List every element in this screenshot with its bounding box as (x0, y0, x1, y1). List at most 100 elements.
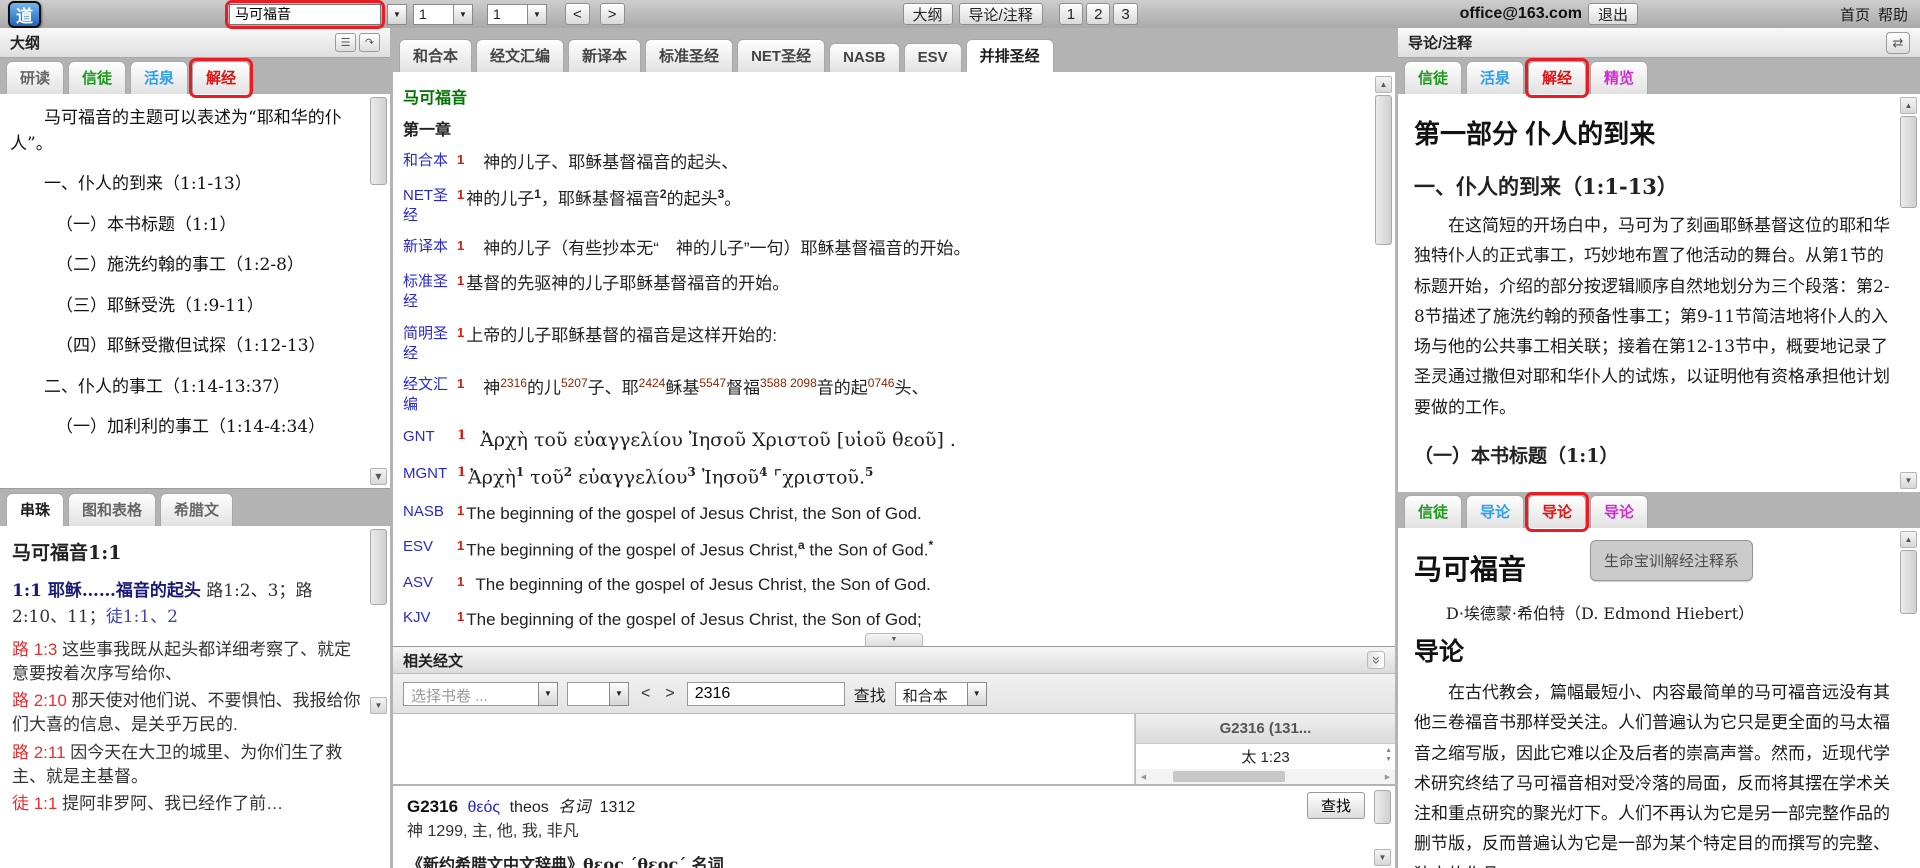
crossref-scroll-down-icon[interactable]: ▼ (370, 697, 387, 714)
version-link-gnt[interactable]: GNT (393, 427, 457, 454)
commentary-scroll-down-icon[interactable]: ▼ (1900, 472, 1917, 489)
refresh-icon[interactable]: ⇄ (1886, 32, 1910, 54)
scripture-scrollbar-thumb[interactable] (1375, 95, 1392, 245)
app-logo[interactable]: 道 (8, 1, 41, 28)
tab-introduction-1[interactable]: 导论 (1466, 495, 1524, 528)
crossref-scrollbar-thumb[interactable] (370, 529, 387, 605)
version-link-ncv[interactable]: 新译本 (393, 237, 457, 261)
version-link-asv[interactable]: ASV (393, 573, 457, 597)
outline-popout-icon[interactable]: ↷ (359, 33, 380, 52)
tab-cuv[interactable]: 和合本 (399, 39, 472, 72)
help-link[interactable]: 帮助 (1878, 4, 1908, 25)
hscroll-left-icon[interactable]: ◀ (1136, 773, 1151, 781)
version-link-csb[interactable]: 标准圣经 (393, 272, 457, 313)
tab-parallel[interactable]: 并排圣经 (966, 39, 1054, 72)
tab-esv[interactable]: ESV (904, 43, 962, 72)
scripture-scrollbar[interactable]: ▲ (1375, 76, 1392, 638)
tab-believers[interactable]: 信徒 (1404, 495, 1462, 528)
tab-living-spring[interactable]: 活泉 (1466, 61, 1524, 94)
greek-word[interactable]: θεός (468, 799, 501, 816)
word-study-scrollbar-thumb[interactable] (1374, 790, 1391, 824)
related-search-input[interactable] (687, 682, 845, 706)
outline-panel-button[interactable]: 大纲 (903, 3, 953, 25)
book-input[interactable] (229, 4, 381, 25)
tab-introduction-3[interactable]: 导论 (1590, 495, 1648, 528)
strongs-result-item[interactable]: 太 1:23 ▲ ▼ (1136, 744, 1395, 769)
scripture-scroll-up-icon[interactable]: ▲ (1375, 76, 1392, 93)
outline-list-icon[interactable]: ☰ (335, 33, 356, 52)
tab-exposition[interactable]: 解经 (1528, 61, 1586, 94)
result-horizontal-scrollbar[interactable]: ◀ ▶ (1136, 769, 1395, 784)
chapter-select[interactable]: 1 ▼ (413, 4, 473, 25)
columns-3-button[interactable]: 3 (1113, 3, 1137, 25)
commentary-scrollbar[interactable]: ▲ ▼ (1900, 97, 1917, 489)
tab-csb[interactable]: 标准圣经 (645, 39, 733, 72)
crossref-ref-link[interactable]: 路 1:3 (12, 640, 57, 659)
version-link-mgnt[interactable]: MGNT (393, 464, 457, 491)
related-find-button[interactable]: 查找 (854, 682, 886, 706)
version-link-concordance[interactable]: 经文汇编 (393, 375, 457, 416)
home-link[interactable]: 首页 (1840, 4, 1870, 25)
related-next-button[interactable]: > (662, 685, 677, 703)
related-chapter-select[interactable]: ▼ (567, 682, 629, 706)
version-link-cbs[interactable]: 简明圣经 (393, 324, 457, 365)
introduction-scrollbar[interactable]: ▲ (1900, 531, 1917, 865)
outline-scroll-down-icon[interactable]: ▼ (370, 468, 387, 485)
version-link-esv[interactable]: ESV (393, 537, 457, 562)
commentary-panel-button[interactable]: 导论/注释 (959, 3, 1043, 25)
word-study-find-button[interactable]: 查找 (1307, 792, 1365, 819)
outline-scrollbar-thumb[interactable] (370, 97, 387, 185)
introduction-scrollbar-thumb[interactable] (1900, 550, 1917, 614)
version-link-cuv[interactable]: 和合本 (393, 151, 457, 175)
columns-2-button[interactable]: 2 (1086, 3, 1110, 25)
commentary-scroll-up-icon[interactable]: ▲ (1900, 97, 1917, 114)
scripture-collapse-icon[interactable]: ▼ (865, 633, 923, 646)
columns-1-button[interactable]: 1 (1059, 3, 1083, 25)
version-link-kjv[interactable]: KJV (393, 608, 457, 632)
related-book-select-arrow-icon[interactable]: ▼ (538, 682, 558, 706)
tab-believers[interactable]: 信徒 (68, 61, 126, 94)
introduction-scroll-up-icon[interactable]: ▲ (1900, 531, 1917, 548)
crossref-ref-link[interactable]: 徒 1:1 (12, 794, 57, 813)
tab-nasb[interactable]: NASB (829, 43, 900, 72)
related-prev-button[interactable]: < (638, 685, 653, 703)
book-dropdown-arrow-icon[interactable]: ▼ (387, 4, 407, 25)
related-book-select[interactable]: 选择书卷 ... ▼ (403, 682, 558, 706)
crossref-ref-link[interactable]: 路 2:10 (12, 691, 67, 710)
prev-verse-button[interactable]: < (565, 3, 590, 25)
tab-charts-tables[interactable]: 图和表格 (68, 493, 156, 526)
related-version-select-arrow-icon[interactable]: ▼ (967, 682, 987, 706)
tab-concordance[interactable]: 经文汇编 (476, 39, 564, 72)
series-button[interactable]: 生命宝训解经注释系 (1590, 540, 1753, 581)
hscroll-thumb[interactable] (1173, 771, 1285, 782)
tab-greek[interactable]: 希腊文 (160, 493, 233, 526)
word-study-scroll-down-icon[interactable]: ▼ (1374, 849, 1391, 866)
crossref-ref-link[interactable]: 路 2:11 (12, 743, 66, 762)
version-link-net[interactable]: NET圣经 (393, 186, 457, 227)
tab-net[interactable]: NET圣经 (737, 39, 825, 72)
chapter-dropdown-arrow-icon[interactable]: ▼ (453, 4, 473, 25)
word-study-scrollbar[interactable]: ▼ (1374, 790, 1391, 866)
tab-overview[interactable]: 精览 (1590, 61, 1648, 94)
tab-exposition[interactable]: 解经 (192, 61, 250, 94)
hscroll-right-icon[interactable]: ▶ (1380, 773, 1395, 781)
version-link-nasb[interactable]: NASB (393, 502, 457, 526)
outline-scrollbar[interactable]: ▼ (370, 97, 387, 485)
spinner-down-icon[interactable]: ▼ (1385, 755, 1392, 764)
commentary-scrollbar-thumb[interactable] (1900, 116, 1917, 208)
tab-cross-references[interactable]: 串珠 (6, 493, 64, 526)
related-version-select[interactable]: 和合本 ▼ (895, 682, 987, 706)
tab-living-spring[interactable]: 活泉 (130, 61, 188, 94)
crossref-scrollbar[interactable]: ▼ (370, 529, 387, 865)
spinner-up-icon[interactable]: ▲ (1385, 746, 1392, 755)
tab-believers[interactable]: 信徒 (1404, 61, 1462, 94)
related-collapse-icon[interactable]: » (1367, 651, 1385, 669)
next-verse-button[interactable]: > (600, 3, 625, 25)
tab-introduction-2[interactable]: 导论 (1528, 495, 1586, 528)
crossref-head-refs-link[interactable]: 徒1:1、2 (106, 607, 178, 627)
verse-dropdown-arrow-icon[interactable]: ▼ (527, 4, 547, 25)
tab-ncv[interactable]: 新译本 (568, 39, 641, 72)
related-chapter-select-arrow-icon[interactable]: ▼ (609, 682, 629, 706)
logout-button[interactable]: 退出 (1588, 3, 1638, 25)
tab-study[interactable]: 研读 (6, 61, 64, 94)
